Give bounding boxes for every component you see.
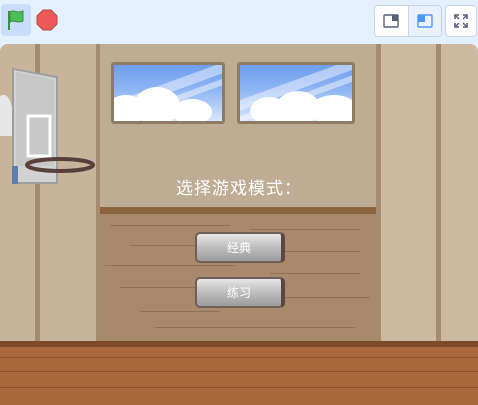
basketball-hoop-sprite — [0, 68, 95, 184]
gym-window-right — [237, 62, 355, 124]
practice-mode-button[interactable]: 练习 — [195, 277, 285, 308]
small-stage-icon — [383, 14, 399, 28]
game-mode-prompt: 选择游戏模式： — [176, 179, 302, 199]
green-flag-icon — [8, 10, 24, 30]
small-stage-button[interactable] — [375, 6, 408, 36]
gym-floor — [0, 341, 478, 405]
normal-stage-button[interactable] — [407, 6, 441, 36]
gym-window-left — [111, 62, 225, 124]
stop-button[interactable] — [34, 7, 60, 33]
stage-controls-bar — [0, 0, 478, 43]
fullscreen-icon — [454, 14, 468, 28]
fullscreen-button[interactable] — [445, 5, 477, 37]
classic-mode-button[interactable]: 经典 — [195, 232, 285, 263]
stage-canvas[interactable]: 选择游戏模式： 经典 练习 — [0, 44, 478, 405]
stage-size-toggle — [374, 5, 442, 37]
green-flag-button[interactable] — [1, 4, 31, 36]
bleachers — [100, 207, 376, 344]
normal-stage-icon — [417, 14, 433, 28]
stop-icon — [36, 9, 58, 31]
